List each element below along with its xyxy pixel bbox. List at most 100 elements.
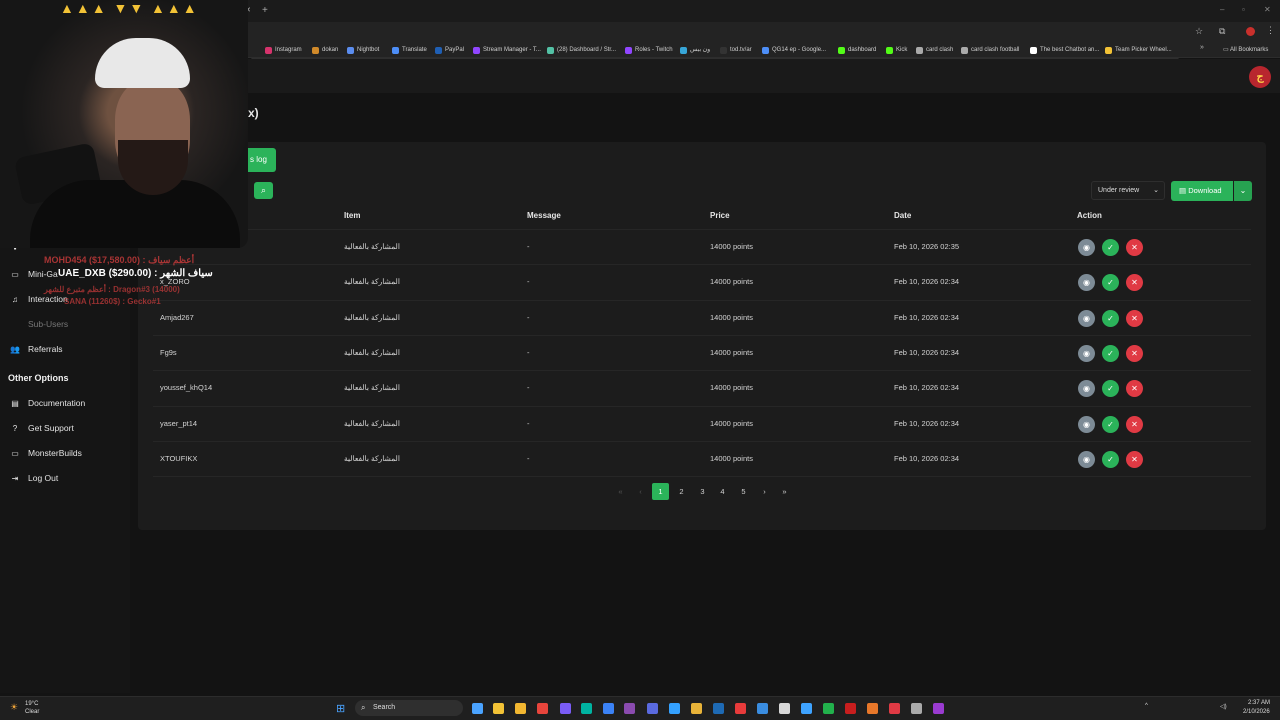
app-icon[interactable] bbox=[801, 703, 812, 714]
more-bookmarks-icon[interactable]: » bbox=[1200, 44, 1204, 51]
new-tab-icon[interactable]: + bbox=[262, 5, 268, 16]
bookmark-item[interactable]: ون بيس bbox=[680, 42, 710, 58]
app-icon[interactable] bbox=[647, 703, 658, 714]
app-icon[interactable] bbox=[691, 703, 702, 714]
pagination-prev[interactable]: ‹ bbox=[632, 483, 649, 500]
clock-date[interactable]: 2/10/2026 bbox=[1243, 709, 1270, 715]
pagination-last[interactable]: » bbox=[776, 483, 793, 500]
tab-log[interactable]: s log bbox=[246, 148, 276, 172]
app-icon[interactable] bbox=[889, 703, 900, 714]
all-bookmarks[interactable]: ▭ All Bookmarks bbox=[1223, 42, 1268, 58]
bookmark-item[interactable]: dokan bbox=[312, 42, 338, 58]
approve-button[interactable]: ✓ bbox=[1102, 415, 1119, 433]
profile-icon[interactable] bbox=[1246, 27, 1255, 36]
sidebar-item-monsterbuilds[interactable]: ▭ MonsterBuilds bbox=[10, 445, 82, 461]
approve-button[interactable]: ✓ bbox=[1102, 238, 1119, 256]
view-button[interactable]: ◉ bbox=[1078, 238, 1095, 256]
close-window-icon[interactable]: ✕ bbox=[1264, 5, 1271, 14]
clock-time[interactable]: 2:37 AM bbox=[1248, 700, 1270, 706]
pagination-next[interactable]: › bbox=[756, 483, 773, 500]
menu-icon[interactable]: ⋮ bbox=[1266, 25, 1275, 36]
sidebar-item-mini-ga[interactable]: ▭ Mini-Ga bbox=[10, 266, 58, 282]
volume-icon[interactable]: ◁) bbox=[1220, 703, 1227, 710]
bookmark-item[interactable]: Roles - Twitch bbox=[625, 42, 673, 58]
pagination-page[interactable]: 2 bbox=[673, 483, 690, 500]
bookmark-item[interactable]: Translate bbox=[392, 42, 427, 58]
minimize-icon[interactable]: – bbox=[1220, 5, 1224, 14]
windows-start-icon[interactable]: ⊞ bbox=[336, 702, 345, 715]
bookmark-item[interactable]: Team Picker Wheel... bbox=[1105, 42, 1172, 58]
taskbar-search[interactable]: ⌕ Search bbox=[355, 700, 463, 716]
pagination-page[interactable]: 5 bbox=[735, 483, 752, 500]
pagination-first[interactable]: « bbox=[612, 483, 629, 500]
approve-button[interactable]: ✓ bbox=[1102, 273, 1119, 291]
reject-button[interactable]: ✕ bbox=[1126, 273, 1143, 291]
sidebar-item-get-support[interactable]: ? Get Support bbox=[10, 420, 74, 436]
reject-button[interactable]: ✕ bbox=[1126, 415, 1143, 433]
sidebar-item-referrals[interactable]: 👥 Referrals bbox=[10, 341, 62, 357]
maximize-icon[interactable]: ▫ bbox=[1242, 5, 1245, 14]
view-button[interactable]: ◉ bbox=[1078, 415, 1095, 433]
bookmark-item[interactable]: dashboard bbox=[838, 42, 876, 58]
bookmark-item[interactable]: Stream Manager - T... bbox=[473, 42, 541, 58]
bookmark-item[interactable]: card clash football bbox=[961, 42, 1019, 58]
sidebar-item-sub-users[interactable]: Sub-Users bbox=[10, 316, 68, 332]
sidebar-item-documentation[interactable]: ▤ Documentation bbox=[10, 395, 85, 411]
search-icon: ⌕ bbox=[260, 185, 267, 195]
status-filter-select[interactable]: Under review ⌄ bbox=[1091, 181, 1165, 200]
telegram-icon[interactable] bbox=[669, 703, 680, 714]
approve-button[interactable]: ✓ bbox=[1102, 379, 1119, 397]
widgets-icon[interactable] bbox=[493, 703, 504, 714]
chrome-icon[interactable] bbox=[537, 703, 548, 714]
view-button[interactable]: ◉ bbox=[1078, 450, 1095, 468]
bookmark-item[interactable]: QG14 ep - Google... bbox=[762, 42, 826, 58]
reject-button[interactable]: ✕ bbox=[1126, 450, 1143, 468]
sidebar-item-log-out[interactable]: ⇥ Log Out bbox=[10, 470, 59, 486]
download-button[interactable]: ▤ Download bbox=[1171, 181, 1233, 201]
download-dropdown-button[interactable]: ⌄ bbox=[1234, 181, 1252, 201]
file-explorer-icon[interactable] bbox=[515, 703, 526, 714]
app-icon[interactable] bbox=[779, 703, 790, 714]
approve-button[interactable]: ✓ bbox=[1102, 309, 1119, 327]
view-button[interactable]: ◉ bbox=[1078, 344, 1095, 362]
pagination-page[interactable]: 4 bbox=[714, 483, 731, 500]
task-view-icon[interactable] bbox=[472, 703, 483, 714]
bookmark-item[interactable]: (28) Dashboard / Str... bbox=[547, 42, 616, 58]
approve-button[interactable]: ✓ bbox=[1102, 450, 1119, 468]
search-button[interactable]: ⌕ bbox=[254, 182, 273, 199]
pagination-page[interactable]: 1 bbox=[652, 483, 669, 500]
approve-button[interactable]: ✓ bbox=[1102, 344, 1119, 362]
terminal-icon[interactable] bbox=[624, 703, 635, 714]
tray-chevron-icon[interactable]: ^ bbox=[1145, 703, 1148, 709]
bookmark-item[interactable]: tod.tv/ar bbox=[720, 42, 752, 58]
view-button[interactable]: ◉ bbox=[1078, 309, 1095, 327]
app-icon[interactable] bbox=[867, 703, 878, 714]
bookmark-item[interactable]: PayPal bbox=[435, 42, 464, 58]
xbox-icon[interactable] bbox=[823, 703, 834, 714]
discord-icon[interactable] bbox=[560, 703, 571, 714]
app-icon[interactable] bbox=[581, 703, 592, 714]
bookmark-item[interactable]: Instagram bbox=[265, 42, 302, 58]
app-icon[interactable] bbox=[933, 703, 944, 714]
pagination-page[interactable]: 3 bbox=[694, 483, 711, 500]
bookmark-item[interactable]: card clash bbox=[916, 42, 953, 58]
app-icon[interactable] bbox=[757, 703, 768, 714]
reject-button[interactable]: ✕ bbox=[1126, 309, 1143, 327]
reject-button[interactable]: ✕ bbox=[1126, 379, 1143, 397]
view-button[interactable]: ◉ bbox=[1078, 379, 1095, 397]
extensions-icon[interactable]: ⧉ bbox=[1219, 26, 1225, 37]
star-icon[interactable]: ☆ bbox=[1195, 26, 1203, 37]
app-icon[interactable] bbox=[845, 703, 856, 714]
edge-icon[interactable] bbox=[603, 703, 614, 714]
bookmark-item[interactable]: The best Chatbot an... bbox=[1030, 42, 1099, 58]
view-button[interactable]: ◉ bbox=[1078, 273, 1095, 291]
app-icon[interactable] bbox=[735, 703, 746, 714]
steam-icon[interactable] bbox=[713, 703, 724, 714]
user-avatar[interactable]: ج bbox=[1249, 66, 1271, 88]
bookmark-label: ون بيس bbox=[690, 47, 711, 53]
bookmark-item[interactable]: Nightbot bbox=[347, 42, 379, 58]
reject-button[interactable]: ✕ bbox=[1126, 344, 1143, 362]
app-icon[interactable] bbox=[911, 703, 922, 714]
bookmark-item[interactable]: Kick bbox=[886, 42, 907, 58]
reject-button[interactable]: ✕ bbox=[1126, 238, 1143, 256]
